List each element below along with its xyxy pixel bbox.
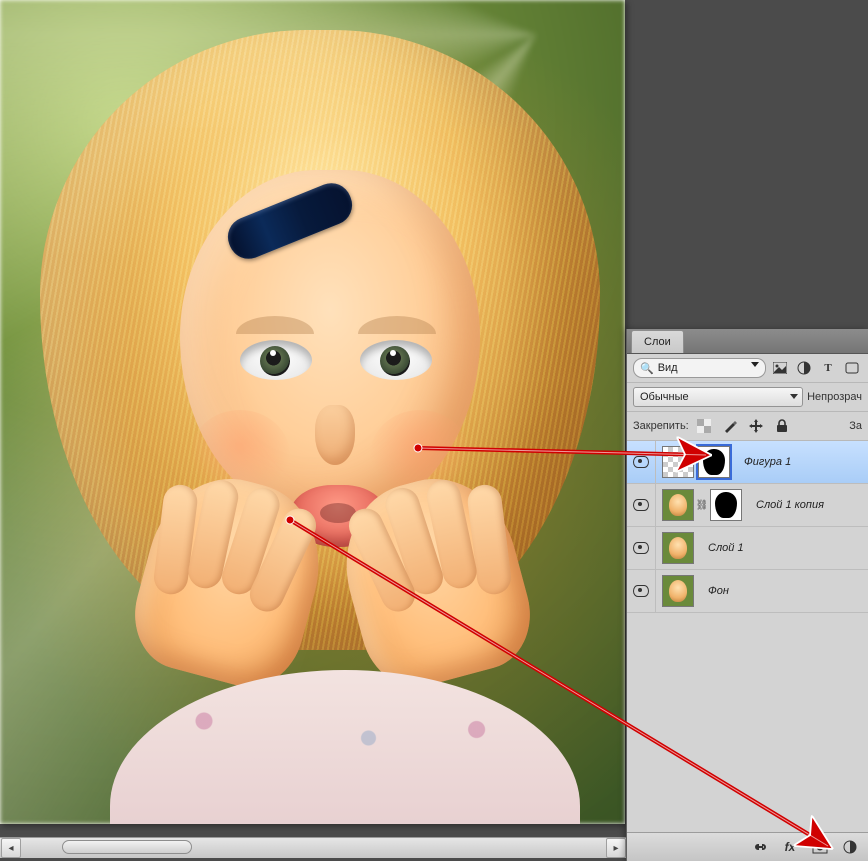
visibility-toggle[interactable] [627,570,656,612]
lock-transparent-icon[interactable] [693,416,715,436]
layer-filter-row: 🔍 Вид T [627,354,868,383]
layer-thumbnail[interactable] [662,489,694,521]
layer-filter-select[interactable]: 🔍 Вид [633,358,766,378]
eye-icon [633,456,649,468]
filter-pixel-icon[interactable] [770,358,790,378]
panel-tabbar: Слои [627,329,868,354]
visibility-toggle[interactable] [627,441,656,483]
fill-label: За [849,420,862,432]
eye-icon [633,499,649,511]
layer-filter-value: Вид [658,362,678,374]
lock-paint-icon[interactable] [719,416,741,436]
lock-row: Закрепить: За [627,412,868,441]
layer-mask-thumbnail[interactable] [698,446,730,478]
filter-text-icon[interactable]: T [818,358,838,378]
new-adjust-button[interactable] [838,836,862,858]
layer-row[interactable]: Фон [627,570,868,613]
opacity-label: Непрозрач [807,391,862,403]
photo-content [0,0,625,824]
filter-adjust-icon[interactable] [794,358,814,378]
fx-button[interactable]: fx [778,836,802,858]
scrollbar-thumb[interactable] [62,840,192,854]
link-layers-button[interactable] [748,836,772,858]
layer-thumbnail[interactable] [662,532,694,564]
layer-row[interactable]: ⛓ Слой 1 копия [627,484,868,527]
layers-list: Фигура 1 ⛓ Слой 1 копия Слой 1 [627,441,868,613]
scroll-left-button[interactable]: ◂ [1,838,21,858]
panel-bottom-bar: fx [627,832,868,861]
lock-label: Закрепить: [633,420,689,432]
horizontal-scrollbar[interactable]: ◂ ▸ [0,837,627,858]
blend-opacity-row: Обычные Непрозрач [627,383,868,412]
filter-shape-icon[interactable] [842,358,862,378]
layer-row[interactable]: Фигура 1 [627,441,868,484]
layer-name[interactable]: Фигура 1 [736,456,791,468]
blend-mode-value: Обычные [640,391,689,403]
layer-thumbnail[interactable] [662,446,694,478]
layer-mask-thumbnail[interactable] [710,489,742,521]
layer-row[interactable]: Слой 1 [627,527,868,570]
layer-name[interactable]: Фон [700,585,729,597]
add-mask-button[interactable] [808,836,832,858]
lock-all-icon[interactable] [771,416,793,436]
workspace: ◂ ▸ [0,0,627,861]
layer-name[interactable]: Слой 1 копия [748,499,824,511]
document-canvas[interactable] [0,0,625,824]
lock-move-icon[interactable] [745,416,767,436]
visibility-toggle[interactable] [627,484,656,526]
scrollbar-track[interactable] [22,839,605,857]
link-icon[interactable]: ⛓ [698,498,706,512]
eye-icon [633,542,649,554]
layer-thumbnail[interactable] [662,575,694,607]
visibility-toggle[interactable] [627,527,656,569]
layers-panel: Слои 🔍 Вид T Обычные Непрозрач Закрепить… [626,329,868,861]
tab-layers[interactable]: Слои [631,330,684,353]
blend-mode-select[interactable]: Обычные [633,387,803,407]
eye-icon [633,585,649,597]
layer-name[interactable]: Слой 1 [700,542,744,554]
search-icon: 🔍 [640,362,654,375]
scroll-right-button[interactable]: ▸ [606,838,626,858]
